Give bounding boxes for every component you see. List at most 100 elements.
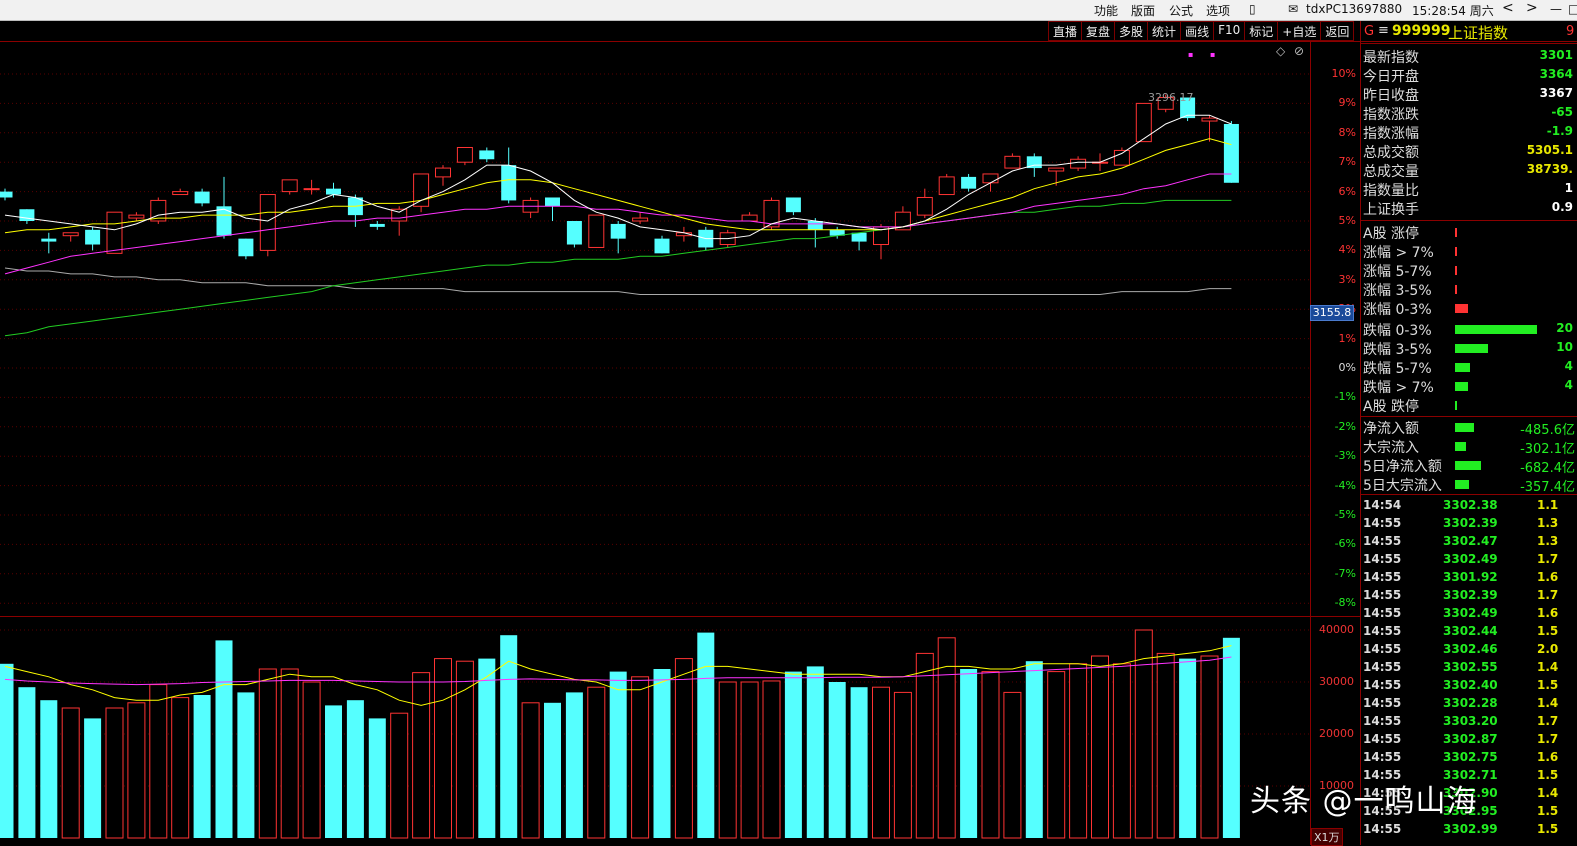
divider [1361, 416, 1577, 417]
mail-icon[interactable]: ✉ [1288, 2, 1298, 16]
flow-value: -485.6亿 [1520, 423, 1575, 438]
breadth-label: A股 跌停 [1363, 399, 1420, 415]
tick-time: 14:55 [1363, 606, 1402, 620]
stat-label: 昨日收盘 [1363, 88, 1419, 104]
diamond-icon[interactable]: ◇ [1276, 44, 1285, 58]
tick-volume: 2.0 [1537, 642, 1559, 656]
minimize-icon[interactable]: — [1550, 2, 1562, 16]
stat-row: 总成交量 38739. [1363, 161, 1577, 180]
percent-tick-label: -7% [1334, 566, 1356, 580]
volume-bar-up [280, 668, 299, 839]
volume-bar-up [1047, 671, 1066, 839]
menu-options[interactable]: 选项 [1206, 2, 1230, 19]
header-extra: 9 [1566, 24, 1575, 39]
flow-row: 净流入额 -485.6亿 [1363, 418, 1577, 438]
breadth-label: 涨幅 5-7% [1363, 264, 1432, 280]
breadth-label: 涨幅 > 7% [1363, 245, 1434, 261]
tick-row: 14:55 3302.49 1.7 [1363, 552, 1577, 570]
marker-dot-icon: ▪ [1188, 50, 1194, 59]
back-icon[interactable]: < [1502, 0, 1514, 16]
tick-price: 3302.49 [1443, 552, 1498, 566]
stat-value: 5305.1 [1526, 143, 1573, 157]
candle-body-down [369, 223, 385, 227]
tick-time: 14:54 [1363, 498, 1402, 512]
last-price-label: 3155.8 [1310, 305, 1354, 321]
volume-tick-label: 40000 [1319, 623, 1354, 636]
f10-button[interactable]: F10 [1214, 21, 1246, 41]
review-button[interactable]: 复盘 [1082, 21, 1116, 41]
menu-icon[interactable]: ≡ [1378, 23, 1389, 38]
volume-bar-down [40, 700, 58, 838]
breadth-label: 跌幅 > 7% [1363, 380, 1434, 396]
breadth-row: 跌幅 0-3% 20 [1363, 320, 1577, 339]
flow-value: -682.4亿 [1520, 461, 1575, 476]
tick-row: 14:55 3302.39 1.7 [1363, 588, 1577, 606]
flow-value: -302.1亿 [1520, 442, 1575, 457]
volume-bar-up [718, 681, 737, 839]
settings-icon[interactable]: ⊘ [1294, 44, 1304, 58]
flow-label: 大宗流入 [1363, 440, 1419, 456]
tick-price: 3302.55 [1443, 660, 1498, 674]
index-info-panel: G ≡ 999999 上证指数 9 最新指数 3301 今日开盘 3364 昨日收盘 33… [1361, 21, 1577, 845]
tick-volume: 1.5 [1537, 768, 1559, 782]
forward-icon[interactable]: > [1526, 0, 1538, 16]
tick-volume: 1.4 [1537, 696, 1559, 710]
volume-bar-up [1156, 652, 1175, 839]
breadth-count: 20 [1556, 321, 1573, 335]
maximize-icon[interactable]: □ [1568, 2, 1577, 16]
breadth-label: 涨幅 3-5% [1363, 283, 1432, 299]
menu-formula[interactable]: 公式 [1169, 2, 1193, 19]
tick-volume: 1.5 [1537, 624, 1559, 638]
volume-bar-up [981, 671, 1000, 839]
flow-label: 净流入额 [1363, 421, 1419, 437]
candle-body-up [1113, 149, 1130, 166]
tick-volume: 1.6 [1537, 750, 1559, 764]
percent-tick-label: -3% [1334, 449, 1356, 463]
tick-volume: 1.4 [1537, 660, 1559, 674]
tick-price: 3301.92 [1443, 570, 1498, 584]
breadth-bar [1455, 325, 1537, 334]
panel-header: G ≡ 999999 上证指数 9 [1361, 21, 1577, 44]
breadth-count: 10 [1556, 340, 1573, 354]
volume-bar-down [609, 671, 627, 838]
breadth-label: 跌幅 5-7% [1363, 361, 1432, 377]
stat-row: 今日开盘 3364 [1363, 66, 1577, 85]
add-watchlist-button[interactable]: +自选 [1278, 21, 1322, 41]
tick-volume: 1.7 [1537, 588, 1559, 602]
candle-body-down [501, 165, 517, 201]
stat-row: 上证换手 0.9 [1363, 199, 1577, 218]
percent-tick-label: -5% [1334, 508, 1356, 521]
percent-tick-label: 5% [1338, 214, 1356, 227]
tick-time: 14:55 [1363, 660, 1402, 674]
percent-tick-label: -1% [1334, 390, 1356, 404]
candle-body-down [851, 232, 867, 242]
volume-bar-down [0, 663, 14, 838]
stat-value: 3367 [1539, 86, 1573, 100]
candle-body-up [632, 217, 649, 222]
breadth-row: 跌幅 > 7% 4 [1363, 377, 1577, 396]
breadth-bar [1455, 247, 1457, 256]
candle-body-down [194, 191, 210, 204]
multi-stock-button[interactable]: 多股 [1115, 21, 1149, 41]
tick-price: 3303.20 [1443, 714, 1498, 728]
return-button[interactable]: 返回 [1321, 21, 1355, 41]
live-button[interactable]: 直播 [1048, 21, 1083, 41]
menu-function[interactable]: 功能 [1094, 2, 1118, 19]
candle-body-up [128, 214, 145, 219]
tick-row: 14:55 3302.28 1.4 [1363, 696, 1577, 714]
volume-bar-down [960, 669, 978, 838]
draw-line-button[interactable]: 画线 [1181, 21, 1215, 41]
volume-tick-label: 30000 [1319, 675, 1354, 688]
volume-bar-up [674, 658, 693, 839]
percent-tick-label: 7% [1338, 155, 1356, 169]
tick-volume: 1.5 [1537, 804, 1559, 818]
candlestick-chart[interactable] [0, 41, 1310, 841]
mark-button[interactable]: 标记 [1245, 21, 1279, 41]
percent-tick-label: 10% [1331, 67, 1356, 80]
candle-body-down [654, 238, 670, 254]
stat-value: 0.9 [1551, 200, 1573, 214]
phone-icon[interactable]: ▯ [1249, 2, 1256, 16]
candle-body-up [741, 214, 758, 222]
menu-layout[interactable]: 版面 [1131, 2, 1155, 19]
stats-button[interactable]: 统计 [1148, 21, 1182, 41]
